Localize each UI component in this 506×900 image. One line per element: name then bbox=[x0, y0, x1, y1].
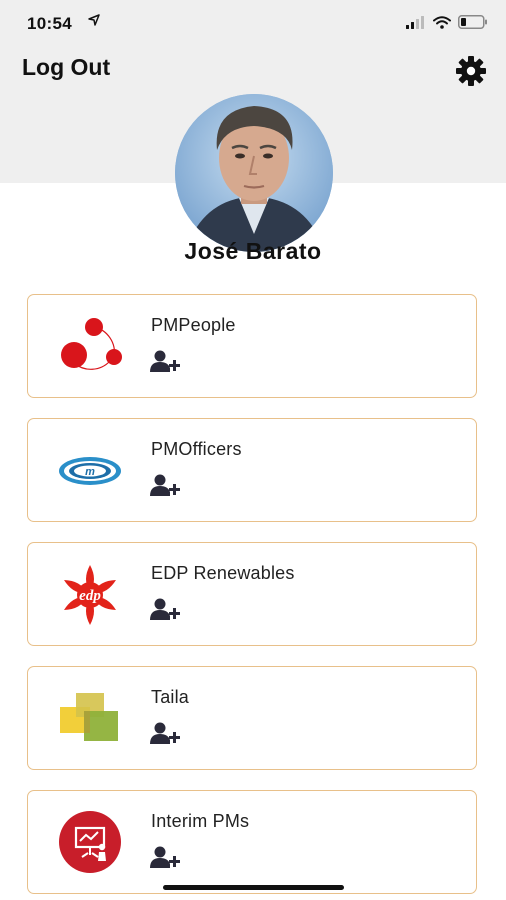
battery-icon bbox=[458, 15, 487, 29]
status-bar: 10:54 bbox=[0, 0, 506, 44]
add-user-icon bbox=[150, 598, 180, 620]
taila-logo bbox=[60, 693, 118, 741]
add-user-button[interactable] bbox=[150, 846, 182, 870]
gear-icon bbox=[456, 56, 486, 86]
svg-text:m: m bbox=[85, 466, 95, 478]
add-user-icon bbox=[150, 474, 180, 496]
organization-card-pmpeople[interactable]: PMPeople bbox=[27, 294, 477, 398]
organization-card-interim-pms[interactable]: Interim PMs bbox=[27, 790, 477, 894]
add-user-icon bbox=[150, 350, 180, 372]
profile-photo bbox=[175, 94, 333, 252]
organization-name: PMPeople bbox=[151, 315, 236, 335]
svg-text:edp: edp bbox=[79, 588, 101, 604]
avatar bbox=[175, 94, 333, 252]
add-user-button[interactable] bbox=[150, 722, 182, 746]
home-indicator[interactable] bbox=[163, 885, 344, 890]
organization-name: Taila bbox=[151, 687, 190, 707]
wifi-icon bbox=[433, 15, 451, 29]
organization-name: PMOfficers bbox=[151, 439, 242, 459]
pmpeople-logo bbox=[61, 318, 122, 370]
edp-logo: edp bbox=[64, 565, 116, 625]
organization-card-pmofficers[interactable]: m PMOfficers bbox=[27, 418, 477, 522]
add-user-button[interactable] bbox=[150, 598, 182, 622]
organization-name: EDP Renewables bbox=[151, 563, 295, 583]
user-name: José Barato bbox=[184, 238, 322, 264]
add-user-button[interactable] bbox=[150, 350, 182, 374]
organization-card-taila[interactable]: Taila bbox=[27, 666, 477, 770]
organization-card-edp-renewables[interactable]: edp EDP Renewables bbox=[27, 542, 477, 646]
add-user-icon bbox=[150, 846, 180, 868]
pmofficers-logo: m bbox=[59, 457, 121, 485]
cellular-signal-icon bbox=[406, 15, 424, 29]
organization-name: Interim PMs bbox=[151, 811, 250, 831]
status-time: 10:54 bbox=[27, 14, 72, 33]
interim-pms-logo bbox=[59, 811, 121, 873]
add-user-button[interactable] bbox=[150, 474, 182, 498]
logout-button[interactable]: Log Out bbox=[22, 54, 110, 81]
location-arrow-icon bbox=[88, 14, 100, 26]
settings-button[interactable] bbox=[455, 55, 487, 87]
add-user-icon bbox=[150, 722, 180, 744]
